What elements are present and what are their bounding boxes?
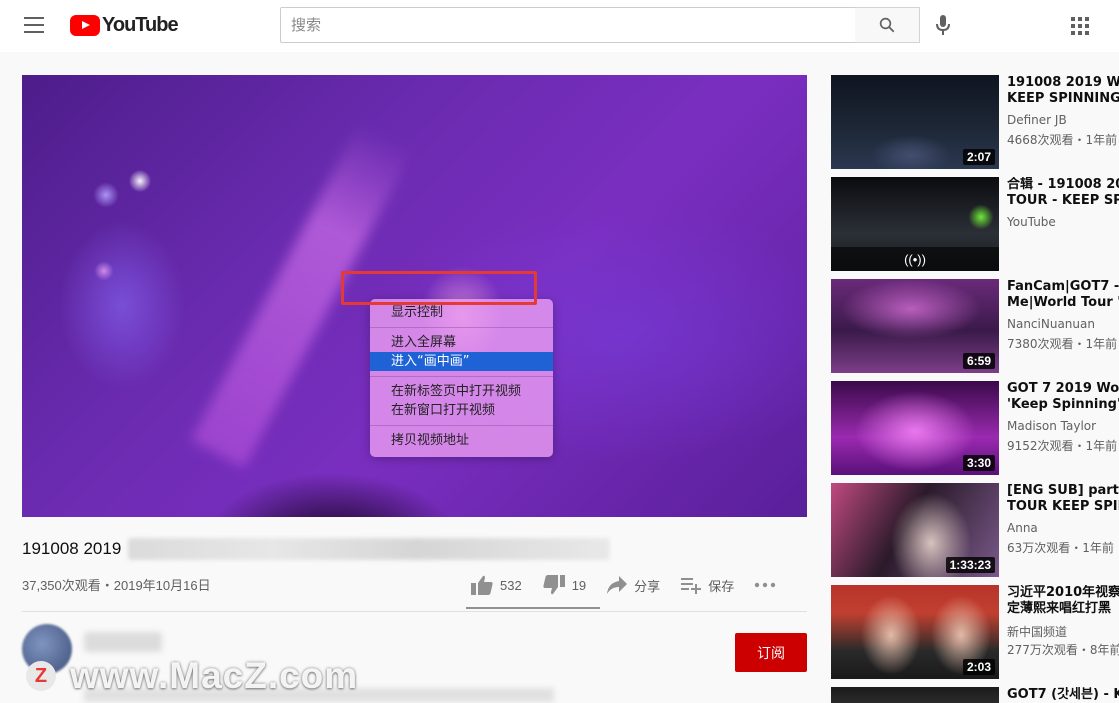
channel-name-redaction-blur (84, 632, 162, 652)
duration-badge: 2:07 (962, 149, 995, 165)
menu-item-open-in-new-tab[interactable]: 在新标签页中打开视频 (370, 382, 553, 401)
thumbs-down-icon (543, 575, 565, 595)
recommended-meta: 4668次观看・1年前 (1007, 133, 1118, 147)
save-button[interactable]: 保存 (680, 575, 734, 595)
recommended-channel: Madison Taylor (1007, 419, 1097, 433)
like-count: 532 (500, 577, 522, 593)
video-thumbnail[interactable]: 2:07 (831, 75, 999, 169)
divider (22, 611, 807, 612)
share-icon (607, 576, 628, 594)
recommended-video[interactable]: GOT7 (갓세븐) - KE (831, 687, 1119, 703)
youtube-logo[interactable]: YouTube (70, 13, 179, 37)
recommended-video[interactable]: 2:03 习近平2010年视察 定薄熙来唱红打黑 新中国频道 277万次观看・8… (831, 585, 1119, 679)
recommended-channel: 新中国频道 (1007, 625, 1068, 639)
dislike-button[interactable]: 19 (542, 574, 586, 596)
share-label: 分享 (634, 578, 661, 594)
menu-item-show-controls[interactable]: 显示控制 (370, 303, 553, 322)
action-bar: 532 19 分享 保存 (470, 574, 802, 596)
title-redaction-blur (128, 538, 610, 560)
menu-item-enter-fullscreen[interactable]: 进入全屏幕 (370, 333, 553, 352)
video-thumbnail[interactable]: 3:30 (831, 381, 999, 475)
duration-badge: 2:03 (962, 659, 995, 675)
recommended-title[interactable]: 合辑 - 191008 201 TOUR - KEEP SPI (1007, 177, 1119, 209)
mix-broadcast-icon: ((•)) (831, 247, 999, 271)
duration-badge: 6:59 (962, 353, 995, 369)
recommended-title[interactable]: 习近平2010年视察 定薄熙来唱红打黑 (1007, 585, 1119, 617)
search-button[interactable] (855, 7, 920, 43)
subscribe-button[interactable]: 订阅 (735, 633, 807, 672)
menu-item-picture-in-picture[interactable]: 进入“画中画” (370, 352, 553, 371)
recommended-mix[interactable]: ((•)) 合辑 - 191008 201 TOUR - KEEP SPI Yo… (831, 177, 1119, 271)
like-ratio-bar (466, 607, 600, 609)
recommended-meta: 63万次观看・1年前 (1007, 541, 1114, 555)
video-thumbnail[interactable]: ((•)) (831, 177, 999, 271)
mic-icon (936, 15, 950, 35)
masthead: YouTube (0, 0, 1119, 52)
share-button[interactable]: 分享 (606, 575, 660, 595)
dislike-count: 19 (571, 577, 587, 593)
video-thumbnail[interactable]: 1:33:23 (831, 483, 999, 577)
save-label: 保存 (708, 578, 735, 594)
logo-text: YouTube (102, 13, 179, 36)
thumbs-up-icon (471, 575, 493, 595)
more-actions-button[interactable] (754, 582, 782, 588)
recommended-title[interactable]: 191008 2019 WORLD KEEP SPINNING i (1007, 75, 1119, 107)
recommended-video[interactable]: 3:30 GOT 7 2019 World 'Keep Spinning' 0 … (831, 381, 1119, 475)
recommended-video[interactable]: 2:07 191008 2019 WORLD KEEP SPINNING i D… (831, 75, 1119, 169)
recommended-meta: 9152次观看・1年前 (1007, 439, 1118, 453)
duration-badge: 1:33:23 (945, 557, 995, 573)
channel-avatar[interactable] (22, 624, 72, 674)
youtube-play-icon (70, 14, 100, 36)
video-meta: 37,350次观看・2019年10月16日 (22, 578, 211, 593)
search-box[interactable] (280, 7, 856, 43)
recommended-title[interactable]: GOT7 (갓세븐) - KE (1007, 687, 1119, 703)
menu-separator (370, 327, 553, 328)
recommended-video[interactable]: 1:33:23 [ENG SUB] part 2 TOUR KEEP SPIN … (831, 483, 1119, 577)
mic-button[interactable] (932, 13, 954, 37)
search-icon (879, 17, 895, 33)
recommended-channel: Definer JB (1007, 113, 1067, 127)
recommended-title[interactable]: GOT 7 2019 World 'Keep Spinning' 0 (1007, 381, 1119, 413)
recommended-meta: 7380次观看・1年前 (1007, 337, 1118, 351)
context-menu: 显示控制 进入全屏幕 进入“画中画” 在新标签页中打开视频 在新窗口打开视频 拷… (370, 299, 553, 457)
duration-badge: 3:30 (962, 455, 995, 471)
recommended-channel: NanciNuanuan (1007, 317, 1095, 331)
menu-item-open-in-new-window[interactable]: 在新窗口打开视频 (370, 401, 553, 420)
video-thumbnail[interactable]: 6:59 (831, 279, 999, 373)
playlist-add-icon (681, 578, 702, 594)
menu-separator (370, 425, 553, 426)
video-player[interactable]: 显示控制 进入全屏幕 进入“画中画” 在新标签页中打开视频 在新窗口打开视频 拷… (22, 75, 807, 517)
like-button[interactable]: 532 (470, 574, 522, 596)
menu-item-copy-video-url[interactable]: 拷贝视频地址 (370, 431, 553, 450)
recommended-video[interactable]: 6:59 FanCam|GOT7 - S Me|World Tour "K Na… (831, 279, 1119, 373)
description-redaction-blur (84, 688, 554, 702)
video-thumbnail[interactable]: 2:03 (831, 585, 999, 679)
recommended-channel: Anna (1007, 521, 1038, 535)
more-horizontal-icon (755, 582, 776, 588)
recommended-title[interactable]: FanCam|GOT7 - S Me|World Tour "K (1007, 279, 1119, 311)
recommended-channel: YouTube (1007, 215, 1056, 229)
video-thumbnail[interactable] (831, 687, 999, 703)
recommended-title[interactable]: [ENG SUB] part 2 TOUR KEEP SPIN (1007, 483, 1119, 515)
recommended-meta: 277万次观看・8年前 (1007, 643, 1119, 657)
video-title: 191008 2019 (22, 539, 122, 558)
search-input[interactable] (281, 8, 855, 42)
menu-separator (370, 376, 553, 377)
menu-icon[interactable] (24, 17, 44, 33)
apps-grid-icon[interactable] (1071, 17, 1089, 35)
youtube-watch-page: YouTube 显示控制 进入全屏幕 进入“画中画” 在新标签页中打开视频 在新… (0, 0, 1119, 703)
